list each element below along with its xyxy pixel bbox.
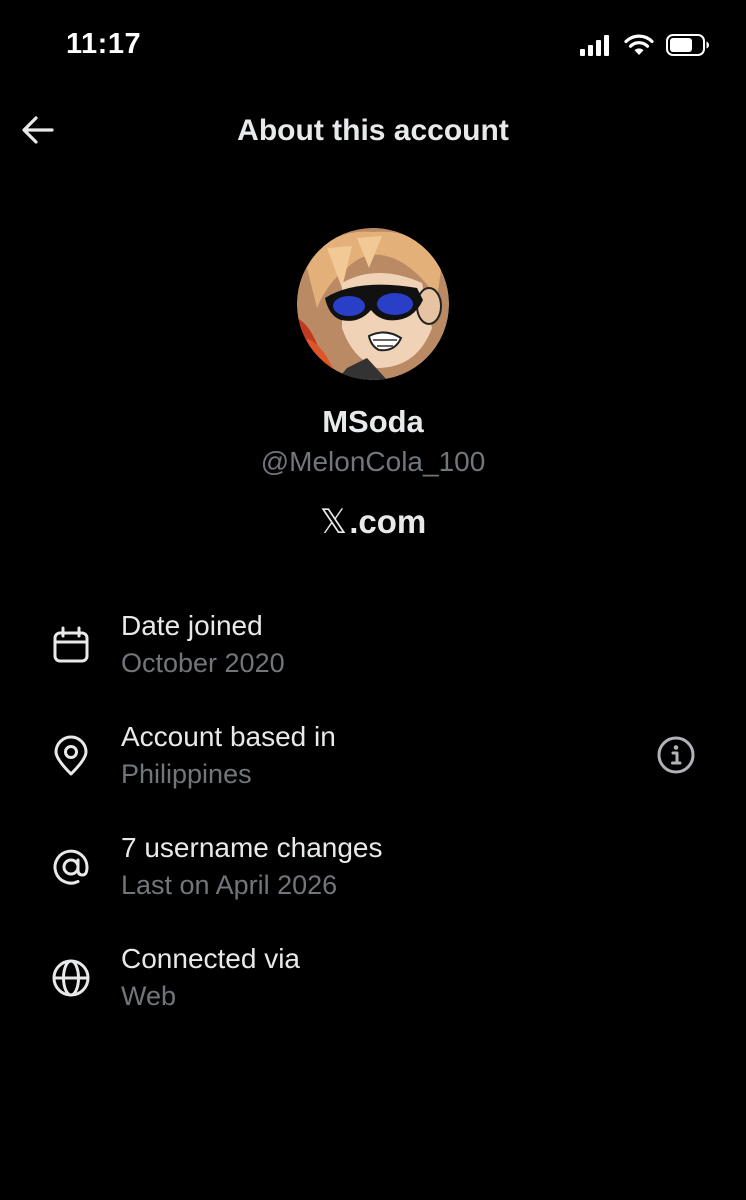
at-sign-icon [48,844,94,890]
date-joined-row: Date joined October 2020 [0,608,746,698]
username-handle: @MelonCola_100 [260,446,486,477]
account-location-value: Philippines [121,759,252,789]
username-changes-text: 7 username changes Last on April 2026 [121,830,383,904]
platform-label: 𝕏 .com [0,502,746,542]
username-changes-label: 7 username changes [121,832,383,863]
battery-icon [666,34,710,56]
globe-icon [48,955,94,1001]
connected-via-value: Web [121,981,177,1011]
wifi-icon [624,34,654,56]
calendar-icon [48,622,94,668]
connected-via-row: Connected via Web [0,941,746,1031]
status-icons [580,34,710,56]
account-location-label: Account based in [121,721,336,752]
x-logo-icon: 𝕏 [319,502,348,542]
cellular-signal-icon [580,34,612,56]
date-joined-text: Date joined October 2020 [121,608,285,682]
about-account-screen: 11:17 About this account MSoda @MelonCol… [0,0,746,1200]
username-changes-value: Last on April 2026 [121,870,338,900]
date-joined-value: October 2020 [121,648,285,678]
info-icon [656,735,696,780]
page-title: About this account [237,114,509,147]
connected-via-label: Connected via [121,943,301,974]
status-time: 11:17 [66,28,142,60]
avatar[interactable] [297,228,449,380]
display-name: MSoda [322,404,424,439]
account-location-row: Account based in Philippines [0,719,746,809]
account-location-text: Account based in Philippines [121,719,336,793]
location-info-button[interactable] [656,735,696,780]
header: About this account [0,100,746,166]
platform-domain: .com [349,503,427,540]
status-bar: 11:17 [0,0,746,90]
location-pin-icon [48,733,94,779]
date-joined-label: Date joined [121,610,263,641]
username-changes-row: 7 username changes Last on April 2026 [0,830,746,920]
connected-via-text: Connected via Web [121,941,300,1015]
